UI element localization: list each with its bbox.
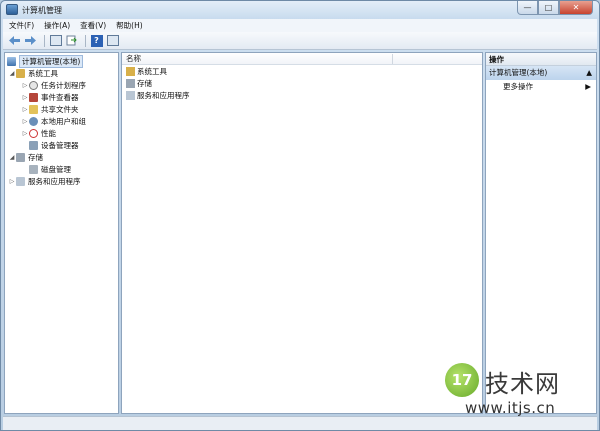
watermark-logo: 17	[445, 363, 479, 397]
column-header-label: 名称	[126, 54, 141, 63]
close-button[interactable]: ✕	[559, 1, 593, 15]
menu-view[interactable]: 查看(V)	[80, 20, 106, 31]
actions-section-computer-management[interactable]: 计算机管理(本地) ▲	[486, 66, 596, 80]
tree-item-label: 服务和应用程序	[28, 176, 81, 186]
list-item-system-tools[interactable]: 系统工具	[122, 65, 482, 77]
clock-icon	[29, 80, 38, 90]
menu-help[interactable]: 帮助(H)	[116, 20, 143, 31]
tree-item-label: 存储	[28, 152, 43, 162]
users-icon	[29, 116, 38, 126]
tree-item-label: 设备管理器	[41, 140, 79, 150]
tree-item-shared-folders[interactable]: ▷ 共享文件夹	[5, 103, 118, 115]
tree-item-performance[interactable]: ▷ 性能	[5, 127, 118, 139]
show-hide-console-tree-icon[interactable]	[49, 34, 62, 47]
window-controls: — □ ✕	[517, 1, 593, 16]
device-manager-icon	[29, 140, 38, 150]
tools-icon	[126, 66, 135, 76]
more-actions-label: 更多操作	[503, 82, 533, 91]
forward-arrow-icon[interactable]	[24, 34, 37, 47]
tree-root[interactable]: 计算机管理(本地)	[5, 54, 118, 68]
collapse-caret-icon[interactable]: ▲	[586, 66, 592, 80]
disk-icon	[29, 164, 38, 174]
list-item-storage[interactable]: 存储	[122, 77, 482, 89]
computer-icon	[7, 56, 16, 66]
expand-arrow-icon[interactable]: ▷	[21, 106, 29, 113]
export-list-icon[interactable]	[65, 34, 78, 47]
event-viewer-icon	[29, 92, 38, 102]
collapse-arrow-icon[interactable]: ◢	[8, 154, 16, 161]
back-arrow-icon[interactable]	[8, 34, 21, 47]
services-icon	[16, 176, 25, 186]
tree-root-label: 计算机管理(本地)	[19, 54, 84, 68]
list-item-label: 存储	[137, 78, 152, 88]
tree-item-label: 磁盘管理	[41, 164, 71, 174]
computer-management-window: 计算机管理 — □ ✕ 文件(F) 操作(A) 查看(V) 帮助(H) ? 计算…	[0, 0, 600, 431]
expand-arrow-icon[interactable]: ▷	[21, 82, 29, 89]
storage-icon	[16, 152, 25, 162]
column-header-name[interactable]: 名称	[122, 53, 482, 65]
toolbar: ?	[3, 32, 597, 50]
storage-icon	[126, 78, 135, 88]
watermark-url: www.itjs.cn	[465, 399, 556, 417]
expand-arrow-icon[interactable]: ▷	[21, 94, 29, 101]
maximize-button[interactable]: □	[538, 1, 559, 15]
tree-item-local-users[interactable]: ▷ 本地用户和组	[5, 115, 118, 127]
more-actions-item[interactable]: 更多操作 ▶	[486, 80, 596, 94]
collapse-arrow-icon[interactable]: ◢	[8, 70, 16, 77]
window-title: 计算机管理	[22, 6, 62, 15]
watermark-brand: 技术网	[485, 370, 560, 398]
menu-action[interactable]: 操作(A)	[44, 20, 70, 31]
menu-bar: 文件(F) 操作(A) 查看(V) 帮助(H)	[3, 19, 597, 32]
tree-item-disk-management[interactable]: 磁盘管理	[5, 163, 118, 175]
expand-arrow-icon[interactable]: ▷	[21, 130, 29, 137]
menu-file[interactable]: 文件(F)	[9, 20, 34, 31]
expand-arrow-icon[interactable]: ▷	[21, 118, 29, 125]
tree-item-label: 事件查看器	[41, 92, 79, 102]
services-icon	[126, 90, 135, 100]
tree-item-label: 性能	[41, 128, 56, 138]
tree-item-services-apps[interactable]: ▷ 服务和应用程序	[5, 175, 118, 187]
show-hide-action-pane-icon[interactable]	[106, 34, 119, 47]
tree-item-storage[interactable]: ◢ 存储	[5, 151, 118, 163]
tree-item-device-manager[interactable]: 设备管理器	[5, 139, 118, 151]
tree-item-event-viewer[interactable]: ▷ 事件查看器	[5, 91, 118, 103]
column-divider[interactable]	[392, 54, 393, 64]
actions-section-label: 计算机管理(本地)	[489, 68, 548, 77]
list-item-label: 系统工具	[137, 66, 167, 76]
console-tree-pane: 计算机管理(本地) ◢ 系统工具 ▷ 任务计划程序 ▷ 事件查看器 ▷ 共享文件…	[4, 52, 119, 414]
list-item-services-apps[interactable]: 服务和应用程序	[122, 89, 482, 101]
minimize-button[interactable]: —	[517, 1, 538, 15]
tree-item-label: 本地用户和组	[41, 116, 86, 126]
toolbar-separator	[44, 34, 45, 47]
title-bar[interactable]: 计算机管理 — □ ✕	[1, 1, 599, 19]
toolbar-separator	[85, 34, 86, 47]
performance-icon	[29, 128, 38, 138]
submenu-arrow-icon: ▶	[585, 82, 591, 91]
tree-item-label: 系统工具	[28, 68, 58, 78]
expand-arrow-icon[interactable]: ▷	[8, 178, 16, 185]
tree-item-label: 共享文件夹	[41, 104, 79, 114]
results-pane: 名称 系统工具 存储 服务和应用程序	[121, 52, 483, 414]
computer-management-icon	[6, 4, 18, 15]
actions-header: 操作	[486, 53, 596, 66]
shared-folder-icon	[29, 104, 38, 114]
tree-item-task-scheduler[interactable]: ▷ 任务计划程序	[5, 79, 118, 91]
actions-pane: 操作 计算机管理(本地) ▲ 更多操作 ▶	[485, 52, 597, 414]
tree-item-system-tools[interactable]: ◢ 系统工具	[5, 67, 118, 79]
tree-item-label: 任务计划程序	[41, 80, 86, 90]
site-watermark: 17 技术网 www.itjs.cn	[445, 361, 585, 419]
help-icon[interactable]: ?	[90, 34, 103, 47]
tools-icon	[16, 68, 25, 78]
list-item-label: 服务和应用程序	[137, 90, 190, 100]
